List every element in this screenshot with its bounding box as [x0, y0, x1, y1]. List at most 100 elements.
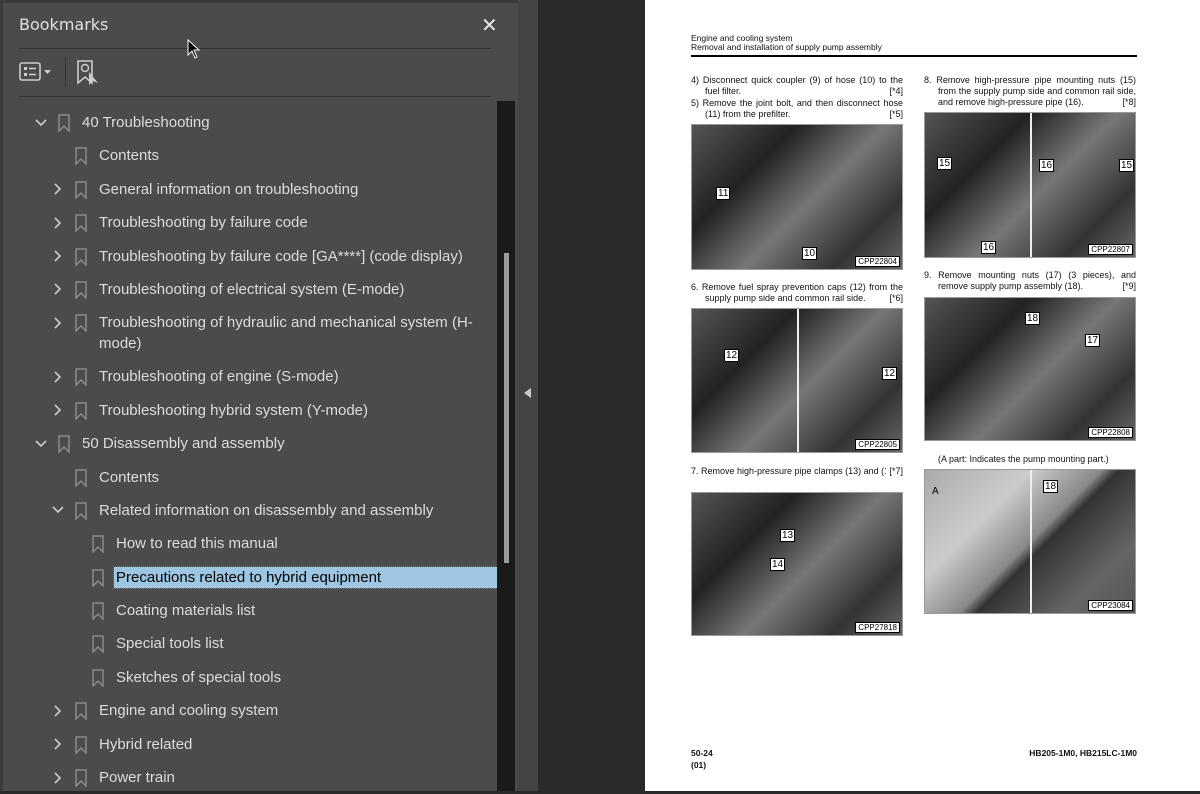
photo-callout: 17 — [1085, 334, 1101, 347]
bookmark-item[interactable]: Troubleshooting by failure code [GA****]… — [3, 240, 497, 273]
bookmark-label: 40 Troubleshooting — [82, 114, 210, 131]
step-7: 7. Remove high-pressure pipe clamps (13)… — [691, 466, 903, 477]
scrollbar-thumb[interactable] — [504, 252, 509, 564]
bookmark-icon — [75, 368, 87, 388]
page-number: 50-24 — [691, 748, 713, 758]
bookmark-icon — [75, 401, 87, 421]
photo-mounting: A 18 CPP23084 — [924, 469, 1136, 614]
step-text: 9. Remove mounting nuts (17) (3 pieces),… — [924, 270, 1136, 291]
bookmark-icon — [75, 314, 87, 334]
bookmark-item[interactable]: Special tools list — [3, 627, 497, 660]
header-rule — [691, 55, 1137, 57]
bookmark-item[interactable]: Troubleshooting of hydraulic and mechani… — [3, 306, 497, 360]
bookmark-item[interactable]: 40 Troubleshooting — [3, 106, 497, 139]
bookmark-label: Troubleshooting of engine (S-mode) — [99, 368, 339, 386]
bookmark-item[interactable]: Related information on disassembly and a… — [3, 494, 497, 527]
photo-callout: 14 — [770, 558, 786, 571]
bookmark-icon — [92, 669, 104, 688]
bookmark-item[interactable]: Contents — [3, 461, 497, 494]
photo-code: CPP23084 — [1088, 600, 1133, 611]
scrollbar[interactable] — [497, 101, 515, 791]
photo-callout: 18 — [1025, 312, 1041, 325]
step-reference: [*5] — [886, 109, 903, 120]
step-reference: [*6] — [886, 293, 903, 304]
chevron-right-icon[interactable] — [51, 212, 65, 233]
step-text: 8. Remove high-pressure pipe mounting nu… — [924, 75, 1136, 107]
bookmark-item[interactable]: Troubleshooting of electrical system (E-… — [3, 273, 497, 306]
chevron-right-icon[interactable] — [51, 312, 65, 333]
photo-code: CPP22807 — [1088, 244, 1133, 255]
photo-callout: 10 — [802, 247, 818, 260]
step-text: 5) Remove the joint bolt, and then disco… — [691, 98, 903, 119]
bookmark-icon — [75, 468, 87, 488]
bookmark-label: How to read this manual — [116, 535, 278, 553]
photo-code: CPP22805 — [855, 439, 900, 450]
step-text: 7. Remove high-pressure pipe clamps (13)… — [691, 466, 900, 476]
photo-callout: 16 — [981, 241, 997, 254]
panel-splitter[interactable] — [518, 0, 538, 791]
chevron-right-icon[interactable] — [51, 179, 65, 200]
bookmark-label: Coating materials list — [116, 602, 256, 620]
collapse-panel-icon[interactable] — [524, 388, 531, 398]
chevron-right-icon[interactable] — [51, 767, 65, 788]
bookmark-icon — [75, 247, 87, 267]
chevron-right-icon[interactable] — [51, 400, 65, 421]
photo-callout: A — [932, 486, 939, 497]
bookmark-label: Hybrid related — [99, 735, 193, 753]
bookmark-item[interactable]: Troubleshooting by failure code — [3, 206, 497, 239]
toolbar-separator — [65, 57, 66, 87]
photo-callout: 16 — [1039, 159, 1055, 172]
bookmark-item[interactable]: Power train — [3, 761, 497, 794]
bookmark-item[interactable]: 50 Disassembly and assembly — [3, 427, 497, 460]
divider — [19, 96, 491, 97]
bookmark-label: Engine and cooling system — [99, 702, 279, 720]
bookmark-item[interactable]: Coating materials list — [3, 594, 497, 627]
bookmark-icon — [92, 568, 104, 588]
bookmark-icon — [75, 147, 87, 167]
bookmark-item[interactable]: Hybrid related — [3, 728, 497, 761]
chevron-down-icon[interactable] — [51, 500, 65, 521]
find-bookmark-icon — [77, 60, 98, 85]
photo-callout: 15 — [1119, 159, 1135, 172]
photo-clamps: 13 14 CPP27818 — [691, 492, 903, 636]
bookmark-item[interactable]: Contents — [3, 139, 497, 172]
photo-caps: 12 12 CPP22805 — [691, 308, 903, 453]
bookmark-item[interactable]: Engine and cooling system — [3, 694, 497, 727]
bookmark-item[interactable]: General information on troubleshooting — [3, 173, 497, 206]
photo-code: CPP27818 — [855, 622, 900, 633]
bookmark-item[interactable]: Troubleshooting of engine (S-mode) — [3, 360, 497, 393]
bookmark-label: Related information on disassembly and a… — [99, 501, 434, 519]
step-reference: [*8] — [1119, 97, 1136, 108]
bookmark-label: Troubleshooting by failure code [GA****]… — [99, 247, 463, 265]
bookmark-icon — [75, 281, 87, 300]
bookmark-icon — [92, 635, 104, 655]
photo-code: CPP22804 — [855, 256, 900, 267]
options-button[interactable] — [19, 61, 57, 83]
photo-callout: 11 — [716, 187, 731, 200]
bookmark-item[interactable]: Sketches of special tools — [3, 661, 497, 694]
chevron-right-icon[interactable] — [51, 700, 65, 721]
divider — [19, 48, 491, 49]
photo-callout: 13 — [780, 529, 796, 542]
step-reference: [*4] — [886, 86, 903, 97]
bookmark-item[interactable]: Troubleshooting hybrid system (Y-mode) — [3, 394, 497, 427]
page-revision: (01) — [691, 760, 707, 770]
chevron-down-icon[interactable] — [34, 433, 48, 454]
chevron-right-icon[interactable] — [51, 734, 65, 755]
chevron-right-icon[interactable] — [51, 246, 65, 267]
bookmark-item[interactable]: Precautions related to hybrid equipment — [3, 561, 497, 594]
bookmark-icon — [92, 535, 104, 555]
bookmark-item[interactable]: How to read this manual — [3, 527, 497, 560]
chevron-right-icon[interactable] — [51, 279, 65, 300]
find-bookmark-button[interactable] — [76, 59, 102, 87]
photo-hoses: 11 10 CPP22804 — [691, 124, 903, 270]
chevron-right-icon[interactable] — [51, 366, 65, 387]
bookmark-label: General information on troubleshooting — [99, 180, 359, 198]
close-icon[interactable]: ✕ — [481, 13, 498, 37]
step-5: 5) Remove the joint bolt, and then disco… — [691, 98, 903, 120]
photo-callout: 18 — [1043, 480, 1059, 493]
bookmark-icon — [58, 435, 70, 454]
bookmark-label: Troubleshooting of hydraulic and mechani… — [99, 314, 473, 353]
list-options-icon — [19, 62, 51, 81]
chevron-down-icon[interactable] — [34, 112, 48, 133]
